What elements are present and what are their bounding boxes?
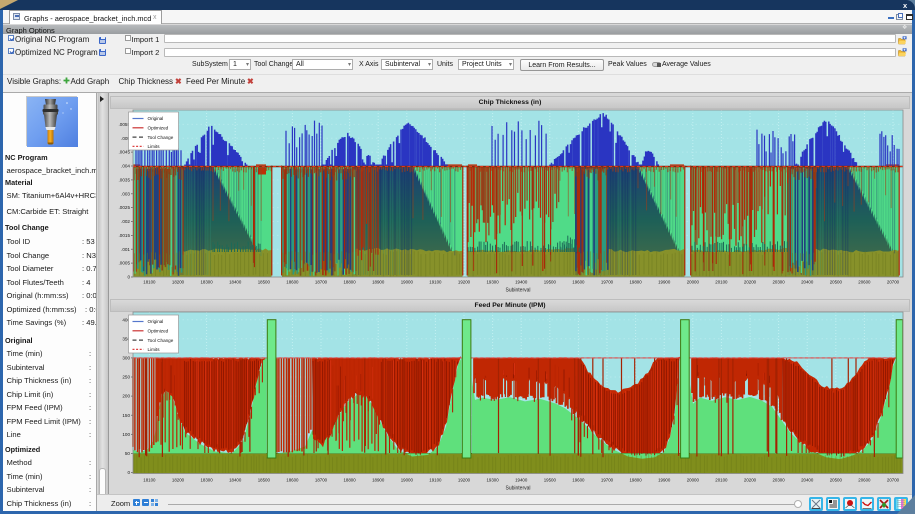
svg-text:20200: 20200 (744, 478, 757, 483)
svg-text:19600: 19600 (572, 478, 585, 483)
svg-text:19400: 19400 (515, 478, 528, 483)
svg-text:250: 250 (122, 375, 130, 380)
svg-text:0: 0 (127, 470, 130, 475)
svg-text:150: 150 (122, 413, 130, 418)
svg-text:18900: 18900 (372, 478, 385, 483)
svg-text:200: 200 (122, 394, 130, 399)
svg-text:18500: 18500 (258, 478, 271, 483)
svg-text:20000: 20000 (687, 478, 700, 483)
svg-text:19900: 19900 (658, 478, 671, 483)
svg-text:18600: 18600 (286, 478, 299, 483)
svg-text:50: 50 (125, 451, 131, 456)
svg-text:20500: 20500 (830, 478, 843, 483)
svg-text:20400: 20400 (801, 478, 814, 483)
svg-text:19800: 19800 (629, 478, 642, 483)
svg-text:Optimized: Optimized (148, 329, 169, 334)
svg-text:20700: 20700 (887, 478, 900, 483)
svg-text:19300: 19300 (486, 478, 499, 483)
svg-text:100: 100 (122, 432, 130, 437)
svg-text:19000: 19000 (401, 478, 414, 483)
svg-text:Tool Change: Tool Change (148, 338, 174, 343)
svg-text:Subinterval: Subinterval (505, 486, 530, 492)
svg-text:20300: 20300 (772, 478, 785, 483)
svg-text:19700: 19700 (601, 478, 614, 483)
svg-text:19100: 19100 (429, 478, 442, 483)
svg-text:18300: 18300 (200, 478, 213, 483)
svg-text:19200: 19200 (458, 478, 471, 483)
svg-text:18400: 18400 (229, 478, 242, 483)
svg-text:Limits: Limits (148, 347, 161, 352)
svg-text:20600: 20600 (858, 478, 871, 483)
svg-text:18200: 18200 (172, 478, 185, 483)
svg-text:18700: 18700 (315, 478, 328, 483)
svg-text:20100: 20100 (715, 478, 728, 483)
svg-text:Original: Original (148, 319, 164, 324)
svg-text:18800: 18800 (343, 478, 356, 483)
svg-text:19500: 19500 (544, 478, 557, 483)
svg-text:18100: 18100 (143, 478, 156, 483)
svg-text:300: 300 (122, 356, 130, 361)
